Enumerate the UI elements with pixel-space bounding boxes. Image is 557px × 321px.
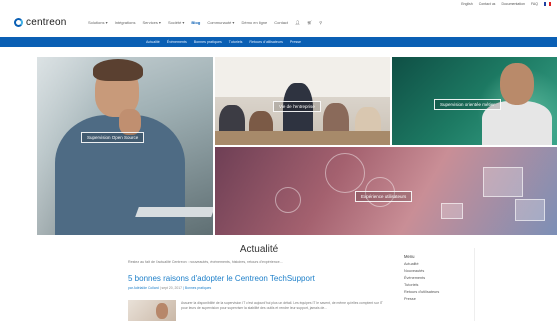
sidebar-divider	[474, 248, 475, 321]
post-body: Assurer la disponibilité de la supervisi…	[128, 300, 390, 321]
hero-tile-vie-entreprise[interactable]: Vie de l'entreprise	[215, 57, 390, 145]
cart-icon[interactable]: 🛒︎	[307, 20, 312, 25]
tile-label-experience-utilisateurs[interactable]: Expérience utilisateurs	[355, 191, 413, 202]
photo-man-hair	[93, 59, 143, 81]
site-header: centreon Solutions ▾ Intégrations Servic…	[0, 12, 557, 36]
nav-blog[interactable]: Blog	[191, 20, 200, 25]
photo-laptop	[135, 207, 213, 217]
sidebar-item-retours[interactable]: Retours d'utilisateurs	[404, 289, 474, 296]
utility-bar: English Contact us Documentation FAQ	[0, 0, 557, 10]
search-icon[interactable]: ⚲	[319, 20, 322, 25]
network-circle	[275, 187, 301, 213]
subnav-item-actualite[interactable]: Actualité	[146, 40, 160, 44]
sidebar-menu: Menu Actualité Nouveautés Évènements Tut…	[404, 248, 475, 321]
tile-label-supervision-metier[interactable]: Supervision orientée métier	[434, 99, 501, 110]
subnav-items: Actualité Évènements Bonnes pratiques Tu…	[146, 40, 301, 44]
centreon-logo-icon	[14, 18, 23, 27]
blog-subnav: Actualité Évènements Bonnes pratiques Tu…	[0, 37, 557, 47]
post-title-link[interactable]: 5 bonnes raisons d'adopter le Centreon T…	[128, 274, 390, 283]
post-date: | sept 20, 2017	[159, 286, 183, 290]
main-nav: Solutions ▾ Intégrations Services ▾ Soci…	[88, 20, 322, 25]
hero-tile-supervision-metier[interactable]: Supervision orientée métier	[392, 57, 557, 145]
logo-text: centreon	[26, 17, 67, 28]
hero-tile-experience-utilisateurs[interactable]: Expérience utilisateurs	[215, 147, 557, 235]
hero-mosaic: Supervision Open Source Vie de l'entrepr…	[37, 57, 557, 235]
network-circle	[325, 153, 365, 193]
photo-person-head	[500, 63, 534, 105]
device-screen	[441, 203, 463, 219]
nav-services[interactable]: Services ▾	[142, 20, 160, 25]
utility-link-contact[interactable]: Contact us	[479, 2, 496, 6]
device-screen	[483, 167, 523, 197]
utility-link-documentation[interactable]: Documentation	[501, 2, 525, 6]
nav-integrations[interactable]: Intégrations	[115, 20, 136, 25]
sidebar-item-nouveautes[interactable]: Nouveautés	[404, 268, 474, 275]
post-author-link[interactable]: par Adélaïde Collard	[128, 286, 159, 290]
news-section: Actualité Restez au fait de l'actualité …	[128, 244, 390, 321]
nav-societe[interactable]: Société ▾	[168, 20, 184, 25]
sidebar-title: Menu	[404, 254, 415, 259]
utility-link-english[interactable]: English	[461, 2, 472, 6]
subnav-item-tutoriels[interactable]: Tutoriels	[229, 40, 243, 44]
sidebar-item-tutoriels[interactable]: Tutoriels	[404, 282, 474, 289]
post-category-link[interactable]: | Bonnes pratiques	[183, 286, 211, 290]
subnav-item-retours[interactable]: Retours d'utilisateurs	[249, 40, 282, 44]
utility-link-faq[interactable]: FAQ	[531, 2, 538, 6]
news-heading: Actualité	[239, 244, 279, 255]
photo-table	[215, 131, 390, 145]
french-flag-icon[interactable]	[544, 2, 551, 6]
tile-label-open-source[interactable]: Supervision Open Source	[81, 132, 145, 143]
tile-label-vie-entreprise[interactable]: Vie de l'entreprise	[273, 101, 321, 112]
device-screen	[515, 199, 545, 221]
sidebar-item-presse[interactable]: Presse	[404, 296, 474, 303]
centreon-logo[interactable]: centreon	[14, 17, 67, 28]
nav-contact[interactable]: Contact	[274, 20, 288, 25]
sidebar-item-evenements[interactable]: Évènements	[404, 275, 474, 282]
sidebar-item-actualite[interactable]: Actualité	[404, 261, 474, 268]
subnav-item-bonnes-pratiques[interactable]: Bonnes pratiques	[194, 40, 222, 44]
user-icon[interactable]: 👤︎	[295, 20, 300, 25]
nav-communaute[interactable]: Communauté ▾	[207, 20, 234, 25]
utility-links: English Contact us Documentation FAQ	[461, 2, 551, 6]
nav-demo[interactable]: Démo en ligne	[241, 20, 267, 25]
post-meta: par Adélaïde Collard | sept 20, 2017 | B…	[128, 286, 390, 290]
news-intro: Restez au fait de l'actualité Centreon :…	[128, 260, 283, 264]
nav-solutions[interactable]: Solutions ▾	[88, 20, 108, 25]
subnav-item-evenements[interactable]: Évènements	[167, 40, 187, 44]
post-thumbnail[interactable]	[128, 300, 176, 321]
post-excerpt: Assurer la disponibilité de la supervisi…	[181, 301, 383, 310]
thumbnail-person	[156, 303, 168, 319]
subnav-item-presse[interactable]: Presse	[290, 40, 301, 44]
hero-tile-open-source[interactable]: Supervision Open Source	[37, 57, 213, 235]
